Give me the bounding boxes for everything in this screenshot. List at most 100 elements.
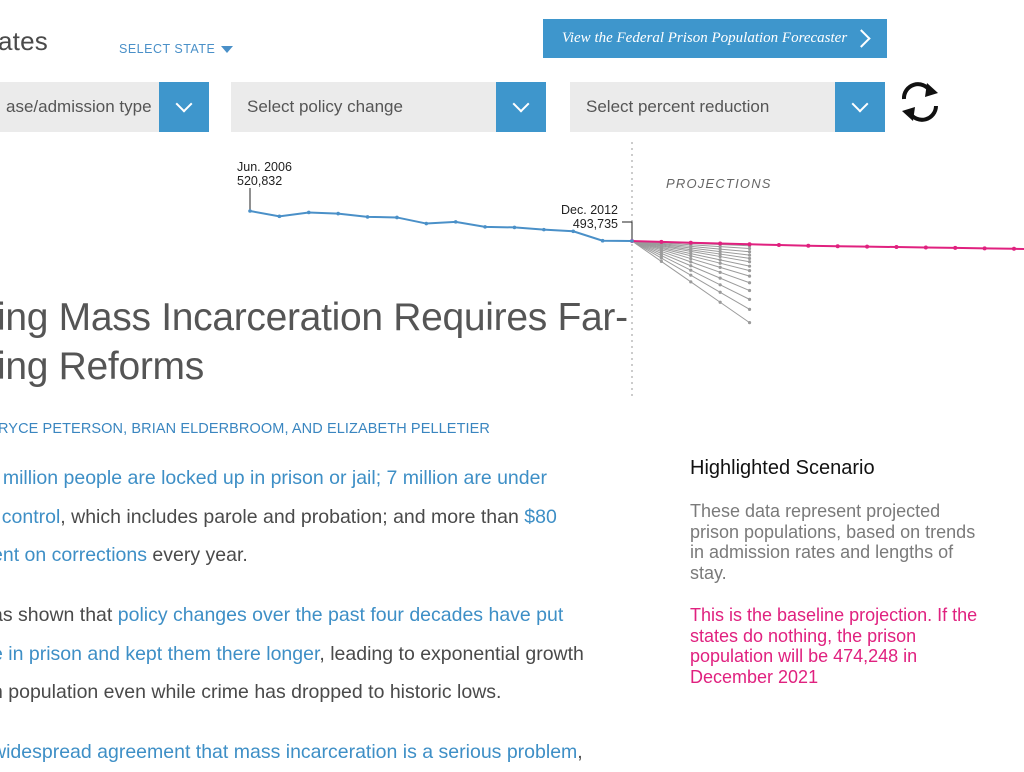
scenario-point <box>718 300 722 304</box>
baseline-point <box>894 245 899 250</box>
scenario-point <box>718 261 722 265</box>
baseline-point <box>659 239 664 244</box>
scenario-point <box>689 260 693 264</box>
inline-link[interactable]: widespread agreement that mass incarcera… <box>0 741 577 763</box>
headline-line-1: ing Mass Incarceration Requires Far- <box>0 296 628 339</box>
inline-link[interactable]: policy changes over the past four decade… <box>118 604 564 626</box>
historical-point <box>453 220 458 224</box>
paragraph-line: t million people are locked up in prison… <box>0 459 642 498</box>
historical-point <box>600 238 605 243</box>
baseline-point <box>718 241 723 246</box>
historical-point <box>365 215 370 219</box>
paragraph-text: as shown that <box>0 604 118 626</box>
scenario-point <box>718 258 722 262</box>
percent-reduction-select-label: Select percent reduction <box>586 97 770 116</box>
historical-point <box>306 210 311 215</box>
baseline-point <box>923 245 928 250</box>
scenario-point <box>689 254 693 258</box>
scenario-point <box>747 321 752 325</box>
historical-point <box>277 214 282 219</box>
end-annotation-leader <box>622 221 633 239</box>
scenario-point <box>718 290 722 294</box>
scenario-point <box>747 264 752 268</box>
scenario-point <box>659 256 663 260</box>
baseline-point <box>747 242 752 247</box>
paragraph-line: l control, which includes parole and pro… <box>0 498 642 537</box>
federal-forecaster-button[interactable]: View the Federal Prison Population Forec… <box>543 19 887 58</box>
headline-line-2: ing Reforms <box>0 345 204 388</box>
select-state-label: SELECT STATE <box>119 42 216 56</box>
paragraph-text: , leading to exponential growth <box>319 642 584 665</box>
chevron-down-icon <box>851 95 869 113</box>
scenario-point <box>718 283 722 287</box>
scenario-point <box>659 259 663 264</box>
historical-point <box>483 225 487 229</box>
baseline-point <box>835 244 840 249</box>
percent-reduction-select[interactable]: Select percent reduction <box>570 82 885 132</box>
paragraph-line: n population even while crime has droppe… <box>0 673 642 712</box>
historical-point <box>248 209 252 213</box>
chevron-down-icon <box>512 95 530 113</box>
inline-link[interactable]: $80 <box>524 506 557 528</box>
article-authors[interactable]: RYCE PETERSON, BRIAN ELDERBROOM, AND ELI… <box>0 421 490 437</box>
baseline-point <box>806 243 811 248</box>
historical-point <box>336 211 340 216</box>
reset-icon[interactable] <box>895 80 949 124</box>
paragraph-text: , <box>577 741 583 763</box>
chevron-down-icon <box>175 95 193 113</box>
start-annotation-date: Jun. 2006 <box>237 160 292 174</box>
paragraph-1: t million people are locked up in prison… <box>0 459 642 575</box>
percent-reduction-select-toggle[interactable] <box>835 82 885 132</box>
historical-point <box>571 229 576 234</box>
scenario-point <box>747 250 752 254</box>
paragraph-line: e in prison and kept them there longer, … <box>0 635 642 674</box>
scenario-title: Highlighted Scenario <box>690 457 875 479</box>
baseline-point <box>953 245 958 250</box>
scenario-point <box>747 268 752 273</box>
scenario-point <box>747 307 752 311</box>
inline-link[interactable]: l control <box>0 506 60 528</box>
scenario-point <box>689 280 693 284</box>
start-annotation-value: 520,832 <box>237 174 282 188</box>
scenario-point <box>718 270 722 274</box>
baseline-point <box>776 243 781 248</box>
end-annotation-value: 493,735 <box>573 217 618 231</box>
scenario-point <box>747 246 752 251</box>
scenario-highlight: This is the baseline projection. If the … <box>690 605 978 687</box>
scenario-point <box>747 274 752 278</box>
scenario-point <box>747 256 752 261</box>
inline-link[interactable]: t million people are locked up in prison… <box>0 467 547 489</box>
paragraph-line: as shown that policy changes over the pa… <box>0 596 642 635</box>
paragraph-text: every year. <box>147 544 248 566</box>
federal-forecaster-label: View the Federal Prison Population Forec… <box>561 30 848 46</box>
offense-type-select[interactable]: ase/admission type <box>0 82 209 132</box>
scenario-point <box>718 254 722 259</box>
paragraph-3: widespread agreement that mass incarcera… <box>0 733 642 772</box>
article-headline: ing Mass Incarceration Requires Far- ing… <box>0 293 628 391</box>
paragraph-text: n population even while crime has droppe… <box>0 681 502 703</box>
projections-label: PROJECTIONS <box>666 176 772 191</box>
select-state-dropdown[interactable]: SELECT STATE <box>119 42 234 56</box>
inline-link[interactable]: e in prison and kept them there longer <box>0 643 319 665</box>
caret-down-icon <box>221 46 234 54</box>
end-annotation-date: Dec. 2012 <box>561 203 618 217</box>
policy-change-select-toggle[interactable] <box>496 82 546 132</box>
scenario-point <box>689 256 693 261</box>
paragraph-line: ent on corrections every year. <box>0 536 642 575</box>
paragraph-2: as shown that policy changes over the pa… <box>0 596 642 712</box>
offense-type-select-label: ase/admission type <box>6 97 152 116</box>
historical-point <box>630 239 634 243</box>
historical-point <box>424 221 429 226</box>
historical-point <box>512 225 517 230</box>
scenario-point <box>747 288 752 293</box>
baseline-point <box>865 244 870 249</box>
page-title: ates <box>0 26 48 56</box>
scenario-point <box>747 253 752 257</box>
policy-change-select[interactable]: Select policy change <box>231 82 546 132</box>
policy-change-select-label: Select policy change <box>247 97 403 116</box>
scenario-point <box>689 264 693 268</box>
inline-link[interactable]: ent on corrections <box>0 544 147 566</box>
offense-type-select-toggle[interactable] <box>159 82 209 132</box>
scenario-point <box>747 281 752 285</box>
historical-point <box>542 227 546 232</box>
